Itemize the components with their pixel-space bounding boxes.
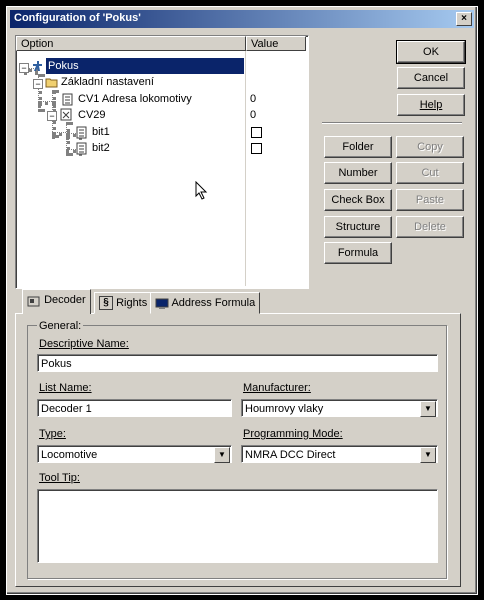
checkbox-item-icon (76, 126, 89, 139)
list-name-label: List Name: (39, 382, 92, 394)
folder-icon (45, 76, 58, 89)
tree-row-bit1[interactable]: bit1 (92, 124, 110, 140)
delete-button[interactable]: Delete (396, 216, 464, 238)
tab-rights[interactable]: § Rights (94, 292, 153, 314)
help-button[interactable]: Help (397, 94, 465, 116)
close-button[interactable]: × (456, 12, 472, 26)
manufacturer-label: Manufacturer: (243, 382, 311, 394)
window-title: Configuration of 'Pokus' (14, 12, 141, 24)
descriptive-name-label: Descriptive Name: (39, 338, 129, 350)
section-sign-icon: § (99, 296, 113, 311)
tree-row-label: Základní nastavení (61, 76, 154, 88)
general-group-label: General: (37, 320, 84, 332)
tab-decoder[interactable]: Decoder (22, 289, 91, 314)
tree-row-pokus[interactable]: Pokus (46, 58, 244, 74)
title-bar: Configuration of 'Pokus' × (10, 10, 474, 28)
folder-button[interactable]: Folder (324, 136, 392, 158)
number-button[interactable]: Number (324, 162, 392, 184)
tree-value-cv29[interactable]: 0 (250, 107, 256, 123)
tree-row-label: bit2 (92, 142, 110, 154)
tab-rights-label: Rights (116, 297, 148, 309)
tree-row-cv29[interactable]: CV29 (78, 107, 106, 123)
programming-mode-select[interactable]: NMRA DCC Direct ▼ (241, 445, 438, 463)
tree-value-cv1[interactable]: 0 (250, 91, 256, 107)
column-header-value[interactable]: Value (246, 36, 306, 51)
list-name-input[interactable]: Decoder 1 (37, 399, 232, 417)
cancel-button[interactable]: Cancel (397, 67, 465, 89)
collapse-pokus-icon[interactable]: − (19, 63, 29, 73)
tree-row-label: bit1 (92, 126, 110, 138)
tree-row-label: Pokus (48, 60, 79, 72)
tab-address-formula[interactable]: Address Formula (150, 292, 261, 314)
tree-row-zakladni[interactable]: Základní nastavení (61, 74, 154, 90)
collapse-folder-icon[interactable]: − (33, 79, 43, 89)
descriptive-name-input[interactable]: Pokus (37, 354, 438, 372)
chevron-down-icon[interactable]: ▼ (214, 447, 230, 463)
number-item-icon (62, 93, 75, 106)
checkbox-item-icon (76, 142, 89, 155)
bit2-checkbox[interactable] (251, 143, 262, 154)
mouse-cursor-icon (195, 180, 209, 204)
paste-button[interactable]: Paste (396, 189, 464, 211)
manufacturer-select[interactable]: Houmrovy vlaky ▼ (241, 399, 438, 417)
decoder-person-icon (31, 60, 44, 73)
decoder-tab-icon (27, 294, 41, 307)
copy-button[interactable]: Copy (396, 136, 464, 158)
manufacturer-value: Houmrovy vlaky (245, 403, 324, 415)
chevron-down-icon[interactable]: ▼ (420, 401, 436, 417)
tree-row-bit2[interactable]: bit2 (92, 140, 110, 156)
button-separator (322, 122, 462, 124)
column-header-option[interactable]: Option (16, 36, 246, 51)
option-tree-view[interactable]: Option Value − Pokus − Základní nastaven… (15, 35, 309, 289)
tab-address-formula-label: Address Formula (171, 297, 256, 309)
tooltip-textarea[interactable] (37, 489, 438, 563)
programming-mode-value: NMRA DCC Direct (245, 449, 336, 461)
bit1-checkbox[interactable] (251, 127, 262, 138)
ok-button[interactable]: OK (396, 40, 466, 64)
tree-row-label: CV1 Adresa lokomotivy (78, 93, 192, 105)
tooltip-label: Tool Tip: (39, 472, 80, 484)
collapse-cv29-icon[interactable]: − (47, 111, 57, 121)
type-value: Locomotive (41, 449, 98, 461)
checkbox-button[interactable]: Check Box (324, 189, 392, 211)
tree-row-label: CV29 (78, 109, 106, 121)
structure-button[interactable]: Structure (324, 216, 392, 238)
structure-item-icon (60, 108, 73, 121)
type-label: Type: (39, 428, 66, 440)
chevron-down-icon[interactable]: ▼ (420, 447, 436, 463)
type-select[interactable]: Locomotive ▼ (37, 445, 232, 463)
formula-button[interactable]: Formula (324, 242, 392, 264)
tree-row-cv1[interactable]: CV1 Adresa lokomotivy (78, 91, 192, 107)
tab-decoder-label: Decoder (44, 294, 86, 306)
cut-button[interactable]: Cut (396, 162, 464, 184)
monitor-icon (155, 297, 169, 310)
programming-mode-label: Programming Mode: (243, 428, 343, 440)
